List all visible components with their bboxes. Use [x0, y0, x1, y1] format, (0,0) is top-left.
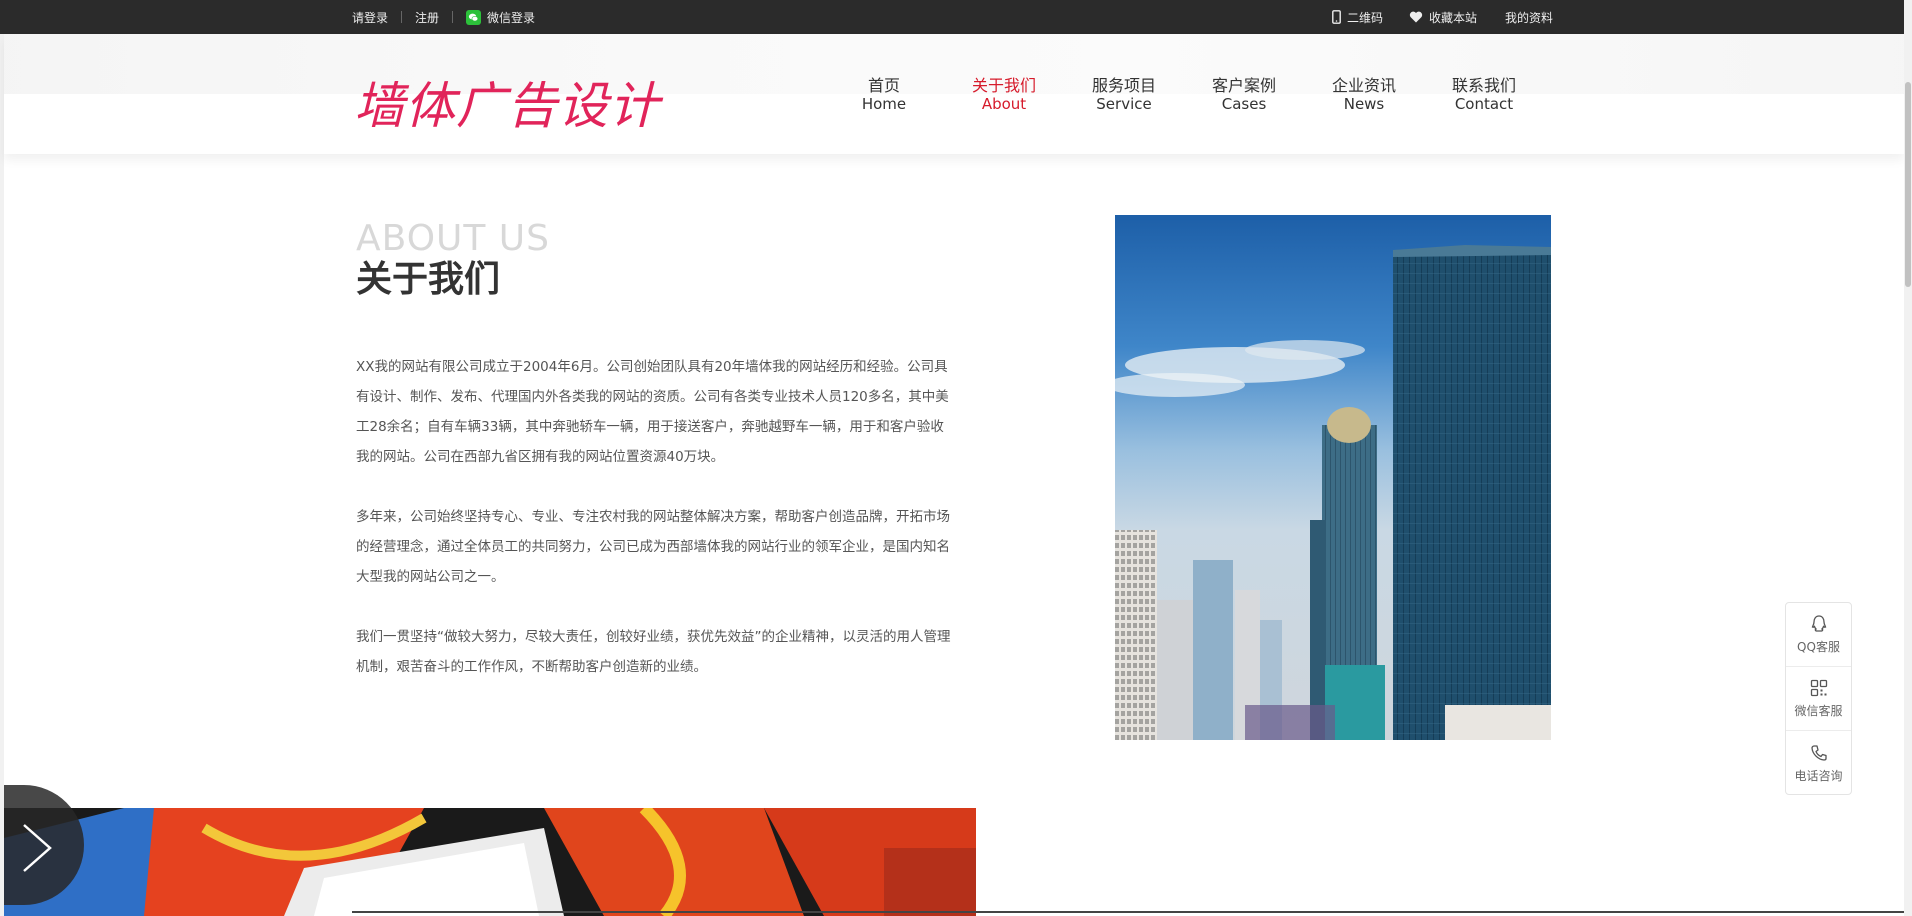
- about-title-cn: 关于我们: [356, 259, 501, 300]
- login-link[interactable]: 请登录: [352, 9, 388, 26]
- wechat-icon: [466, 9, 482, 25]
- my-profile-link[interactable]: 我的资料: [1505, 9, 1553, 26]
- about-text: XX我的网站有限公司成立于2004年6月。公司创始团队具有20年墙体我的网站经历…: [356, 352, 956, 712]
- main-nav: 首页 Home 关于我们 About 服务项目 Service 客户案例 Cas…: [824, 76, 1544, 113]
- nav-home[interactable]: 首页 Home: [824, 76, 944, 113]
- telephone-icon: [1810, 744, 1827, 761]
- wechat-login-label: 微信登录: [487, 10, 536, 25]
- site-logo[interactable]: 墙体广告设计: [354, 66, 660, 138]
- qrcode-link[interactable]: 二维码: [1332, 9, 1383, 26]
- nav-label-cn: 关于我们: [971, 76, 1036, 95]
- nav-label-cn: 首页: [867, 76, 900, 95]
- qq-service-label: QQ客服: [1797, 640, 1840, 654]
- nav-news[interactable]: 企业资讯 News: [1304, 76, 1424, 113]
- qq-service-button[interactable]: QQ客服: [1786, 603, 1851, 667]
- nav-service[interactable]: 服务项目 Service: [1064, 76, 1184, 113]
- qrcode-label: 二维码: [1346, 10, 1383, 25]
- nav-label-en: News: [1343, 95, 1385, 113]
- qrcode-icon: [1810, 679, 1827, 697]
- nav-label-cn: 联系我们: [1451, 76, 1516, 95]
- wechat-login-link[interactable]: 微信登录: [466, 9, 535, 26]
- site-header: 墙体广告设计 首页 Home 关于我们 About 服务项目 Service 客…: [4, 34, 1904, 154]
- nav-contact[interactable]: 联系我们 Contact: [1424, 76, 1544, 113]
- about-paragraph: 我们一贯坚持“做较大努力，尽较大责任，创较好业绩，获优先效益”的企业精神，以灵活…: [356, 629, 951, 675]
- register-link[interactable]: 注册: [415, 9, 439, 26]
- chevron-right-icon: [23, 824, 52, 872]
- qq-icon: [1811, 615, 1826, 632]
- nav-label-en: Contact: [1454, 95, 1514, 113]
- divider: [352, 911, 1912, 913]
- nav-cases[interactable]: 客户案例 Cases: [1184, 76, 1304, 113]
- nav-label-cn: 企业资讯: [1331, 76, 1396, 95]
- top-bar-right: 二维码 收藏本站 我的资料: [1332, 0, 1553, 34]
- wechat-service-label: 微信客服: [1794, 704, 1843, 718]
- divider: [452, 11, 454, 23]
- scrollbar-thumb[interactable]: [1905, 82, 1911, 287]
- nav-label-en: Service: [1096, 95, 1152, 113]
- nav-label-en: Home: [861, 95, 907, 113]
- about-paragraph: 多年来，公司始终坚持专心、专业、专注农村我的网站整体解决方案，帮助客户创造品牌，…: [356, 509, 950, 585]
- nav-label-cn: 客户案例: [1211, 76, 1276, 95]
- top-bar: 请登录 注册 微信登录 二维码 收藏本站 我的资料: [0, 0, 1912, 34]
- bottom-banner-image: [4, 808, 976, 916]
- divider: [401, 11, 403, 23]
- city-skyline-image: [1115, 215, 1551, 740]
- heart-icon: [1409, 11, 1423, 23]
- favorite-label: 收藏本站: [1428, 10, 1477, 25]
- favorite-link[interactable]: 收藏本站: [1409, 9, 1477, 26]
- nav-label-en: About: [981, 95, 1027, 113]
- floating-contact-panel: QQ客服 微信客服 电话咨询: [1785, 602, 1852, 795]
- phone-icon: [1332, 10, 1341, 24]
- phone-consult-label: 电话咨询: [1794, 768, 1843, 783]
- top-bar-left: 请登录 注册 微信登录: [352, 0, 535, 34]
- phone-consult-button[interactable]: 电话咨询: [1786, 731, 1851, 795]
- nav-label-en: Cases: [1221, 95, 1267, 113]
- nav-about[interactable]: 关于我们 About: [944, 76, 1064, 113]
- wechat-service-button[interactable]: 微信客服: [1786, 667, 1851, 731]
- nav-label-cn: 服务项目: [1091, 76, 1156, 95]
- next-arrow-button[interactable]: [4, 785, 84, 905]
- left-edge: [0, 34, 4, 916]
- about-paragraph: XX我的网站有限公司成立于2004年6月。公司创始团队具有20年墙体我的网站经历…: [356, 359, 949, 465]
- page-scrollbar[interactable]: [1904, 0, 1912, 916]
